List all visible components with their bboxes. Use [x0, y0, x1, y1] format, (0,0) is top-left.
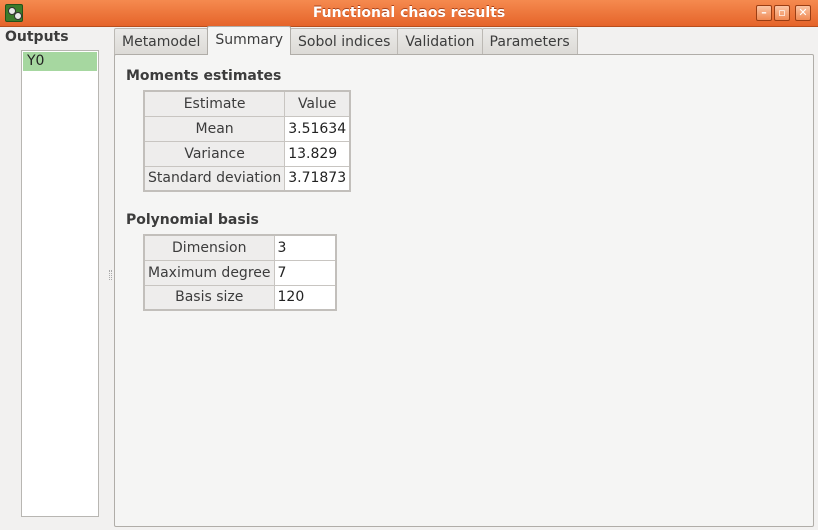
table-row[interactable]: Basis size 120 [143, 284, 337, 311]
table-row: Estimate Value [143, 90, 351, 117]
outputs-list[interactable]: Y0 [21, 50, 99, 517]
summary-panel: Moments estimates Estimate Value Mean 3.… [114, 54, 814, 527]
value-maximum-degree[interactable]: 7 [273, 259, 337, 286]
row-label-basis-size: Basis size [143, 284, 275, 311]
table-row[interactable]: Maximum degree 7 [143, 259, 337, 286]
window-title: Functional chaos results [312, 5, 506, 21]
moments-estimates-title: Moments estimates [126, 68, 282, 84]
row-label-standard-deviation: Standard deviation [143, 165, 286, 192]
result-tabs: Metamodel Summary Sobol indices Validati… [114, 26, 578, 55]
table-row[interactable]: Standard deviation 3.71873 [143, 165, 351, 192]
value-dimension[interactable]: 3 [273, 234, 337, 261]
tab-metamodel[interactable]: Metamodel [114, 28, 209, 55]
close-button[interactable]: ✕ [795, 5, 811, 21]
column-header-estimate: Estimate [143, 90, 286, 117]
value-mean[interactable]: 3.51634 [284, 115, 351, 142]
tab-sobol-indices[interactable]: Sobol indices [290, 28, 399, 55]
maximize-button[interactable]: ▫ [774, 5, 790, 21]
row-label-dimension: Dimension [143, 234, 275, 261]
tab-validation[interactable]: Validation [397, 28, 483, 55]
row-label-maximum-degree: Maximum degree [143, 259, 275, 286]
polynomial-basis-table: Dimension 3 Maximum degree 7 Basis size … [143, 234, 337, 311]
tab-summary[interactable]: Summary [207, 26, 292, 55]
outputs-label: Outputs [5, 29, 69, 45]
title-bar[interactable]: Functional chaos results – ▫ ✕ [0, 0, 818, 27]
tab-parameters[interactable]: Parameters [481, 28, 578, 55]
value-variance[interactable]: 13.829 [284, 140, 351, 167]
value-standard-deviation[interactable]: 3.71873 [284, 165, 351, 192]
row-label-mean: Mean [143, 115, 286, 142]
value-basis-size[interactable]: 120 [273, 284, 337, 311]
output-item-y0[interactable]: Y0 [23, 52, 97, 71]
functional-chaos-results-window: Functional chaos results – ▫ ✕ Outputs Y… [0, 0, 818, 530]
table-row[interactable]: Variance 13.829 [143, 140, 351, 167]
table-row[interactable]: Dimension 3 [143, 234, 337, 261]
column-header-value: Value [284, 90, 351, 117]
minimize-button[interactable]: – [756, 5, 772, 21]
splitter-handle[interactable] [109, 270, 112, 280]
polynomial-basis-title: Polynomial basis [126, 212, 259, 228]
table-row[interactable]: Mean 3.51634 [143, 115, 351, 142]
row-label-variance: Variance [143, 140, 286, 167]
moments-table: Estimate Value Mean 3.51634 Variance 13.… [143, 90, 352, 192]
